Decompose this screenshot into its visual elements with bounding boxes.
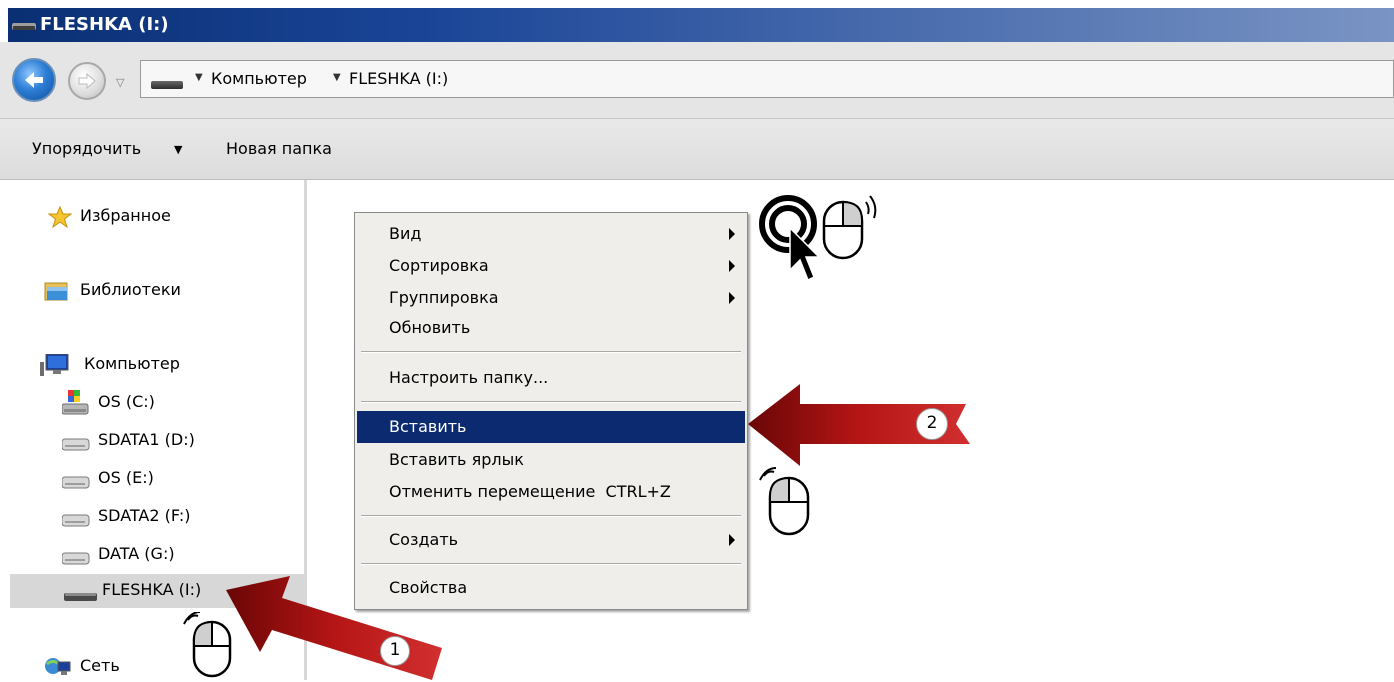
menu-item-paste-shortcut[interactable]: Вставить ярлык [357, 445, 745, 475]
nav-item-drive-c[interactable]: OS (C:) [62, 388, 292, 418]
menu-separator [361, 401, 741, 403]
title-bar: FLESHKA (I:) [0, 0, 1394, 42]
nav-item-label: OS (E:) [98, 468, 154, 487]
nav-item-drive-g[interactable]: DATA (G:) [62, 540, 292, 570]
network-icon [45, 658, 71, 675]
menu-item-view[interactable]: Вид [357, 219, 745, 249]
menu-item-paste[interactable]: Вставить [357, 411, 745, 443]
forward-arrow-icon [78, 72, 96, 90]
hard-drive-icon [62, 476, 90, 489]
usb-drive-icon [12, 23, 36, 30]
title-bar-background: FLESHKA (I:) [8, 8, 1394, 42]
menu-item-refresh[interactable]: Обновить [357, 313, 745, 343]
menu-item-group[interactable]: Группировка [357, 283, 745, 313]
submenu-arrow-icon [729, 534, 735, 546]
menu-separator [361, 351, 741, 353]
nav-item-label: Библиотеки [80, 280, 181, 299]
step-2-badge: 2 [916, 408, 948, 440]
menu-item-label: Вставить ярлык [389, 450, 524, 469]
menu-separator [361, 563, 741, 565]
organize-button[interactable]: Упорядочить [32, 139, 141, 158]
hard-drive-icon [62, 514, 90, 527]
menu-item-label: Настроить папку... [389, 368, 549, 387]
address-field[interactable]: ▼ Компьютер ▼ FLESHKA (I:) [140, 60, 1394, 98]
nav-item-label: OS (C:) [98, 392, 155, 411]
menu-item-undo-move[interactable]: Отменить перемещение CTRL+Z [357, 477, 745, 507]
navigation-bar: ▽ ▼ Компьютер ▼ FLESHKA (I:) [0, 42, 1394, 118]
menu-item-label: Вид [389, 224, 422, 243]
context-menu: Вид Сортировка Группировка Обновить Наст… [354, 212, 748, 610]
menu-item-label: Вставить [389, 417, 467, 436]
window-title: FLESHKA (I:) [40, 14, 169, 35]
right-click-mouse-icon [183, 612, 232, 678]
nav-item-label: Компьютер [84, 354, 180, 373]
breadcrumb-fleshka[interactable]: FLESHKA (I:) [349, 69, 448, 88]
nav-item-drive-f[interactable]: SDATA2 (F:) [62, 502, 292, 532]
menu-item-label: Отменить перемещение CTRL+Z [389, 482, 671, 501]
menu-item-label: Обновить [389, 318, 471, 337]
nav-item-label: FLESHKA (I:) [102, 580, 202, 599]
nav-item-drive-e[interactable]: OS (E:) [62, 464, 292, 494]
libraries-folder-icon [44, 282, 68, 301]
submenu-arrow-icon [729, 228, 735, 240]
menu-item-customize-folder[interactable]: Настроить папку... [357, 363, 745, 393]
step-1-badge: 1 [380, 636, 410, 666]
nav-item-libraries[interactable]: Библиотеки [44, 276, 294, 306]
new-folder-button[interactable]: Новая папка [226, 139, 332, 158]
step-1-number: 1 [389, 640, 401, 660]
nav-item-label: DATA (G:) [98, 544, 175, 563]
step-1-arrow-icon [226, 576, 442, 680]
breadcrumb-computer[interactable]: Компьютер [211, 69, 307, 88]
nav-item-label: SDATA1 (D:) [98, 430, 195, 449]
menu-item-label: Группировка [389, 288, 499, 307]
submenu-arrow-icon [729, 292, 735, 304]
click-indicator-icon [759, 195, 877, 282]
nav-item-label: SDATA2 (F:) [98, 506, 191, 525]
back-arrow-icon [25, 72, 43, 88]
menu-item-label: Сортировка [389, 256, 489, 275]
hard-drive-icon [62, 552, 90, 565]
nav-item-computer[interactable]: Компьютер [40, 350, 290, 380]
menu-item-sort[interactable]: Сортировка [357, 251, 745, 281]
left-click-mouse-icon [759, 467, 810, 536]
usb-drive-icon [151, 81, 183, 89]
submenu-arrow-icon [729, 260, 735, 272]
command-bar: Упорядочить ▼ Новая папка [0, 118, 1394, 180]
nav-item-drive-d[interactable]: SDATA1 (D:) [62, 426, 292, 456]
recent-pages-dropdown[interactable]: ▽ [116, 76, 124, 89]
star-icon [48, 206, 72, 228]
menu-item-label: Создать [389, 530, 459, 549]
breadcrumb-arrow-icon[interactable]: ▼ [195, 72, 203, 83]
breadcrumb-arrow-icon[interactable]: ▼ [333, 72, 341, 83]
hard-drive-icon [62, 438, 90, 451]
nav-item-favorites[interactable]: Избранное [48, 202, 298, 232]
usb-drive-icon [64, 593, 97, 601]
chevron-down-icon[interactable]: ▼ [174, 143, 182, 156]
back-button[interactable] [12, 58, 56, 102]
step-2-number: 2 [926, 413, 938, 433]
computer-icon [40, 354, 69, 376]
forward-button[interactable] [68, 62, 106, 100]
menu-separator [361, 515, 741, 517]
system-drive-icon [62, 390, 89, 415]
menu-item-new[interactable]: Создать [357, 525, 745, 555]
nav-item-label: Сеть [80, 656, 120, 675]
nav-item-label: Избранное [80, 206, 171, 225]
